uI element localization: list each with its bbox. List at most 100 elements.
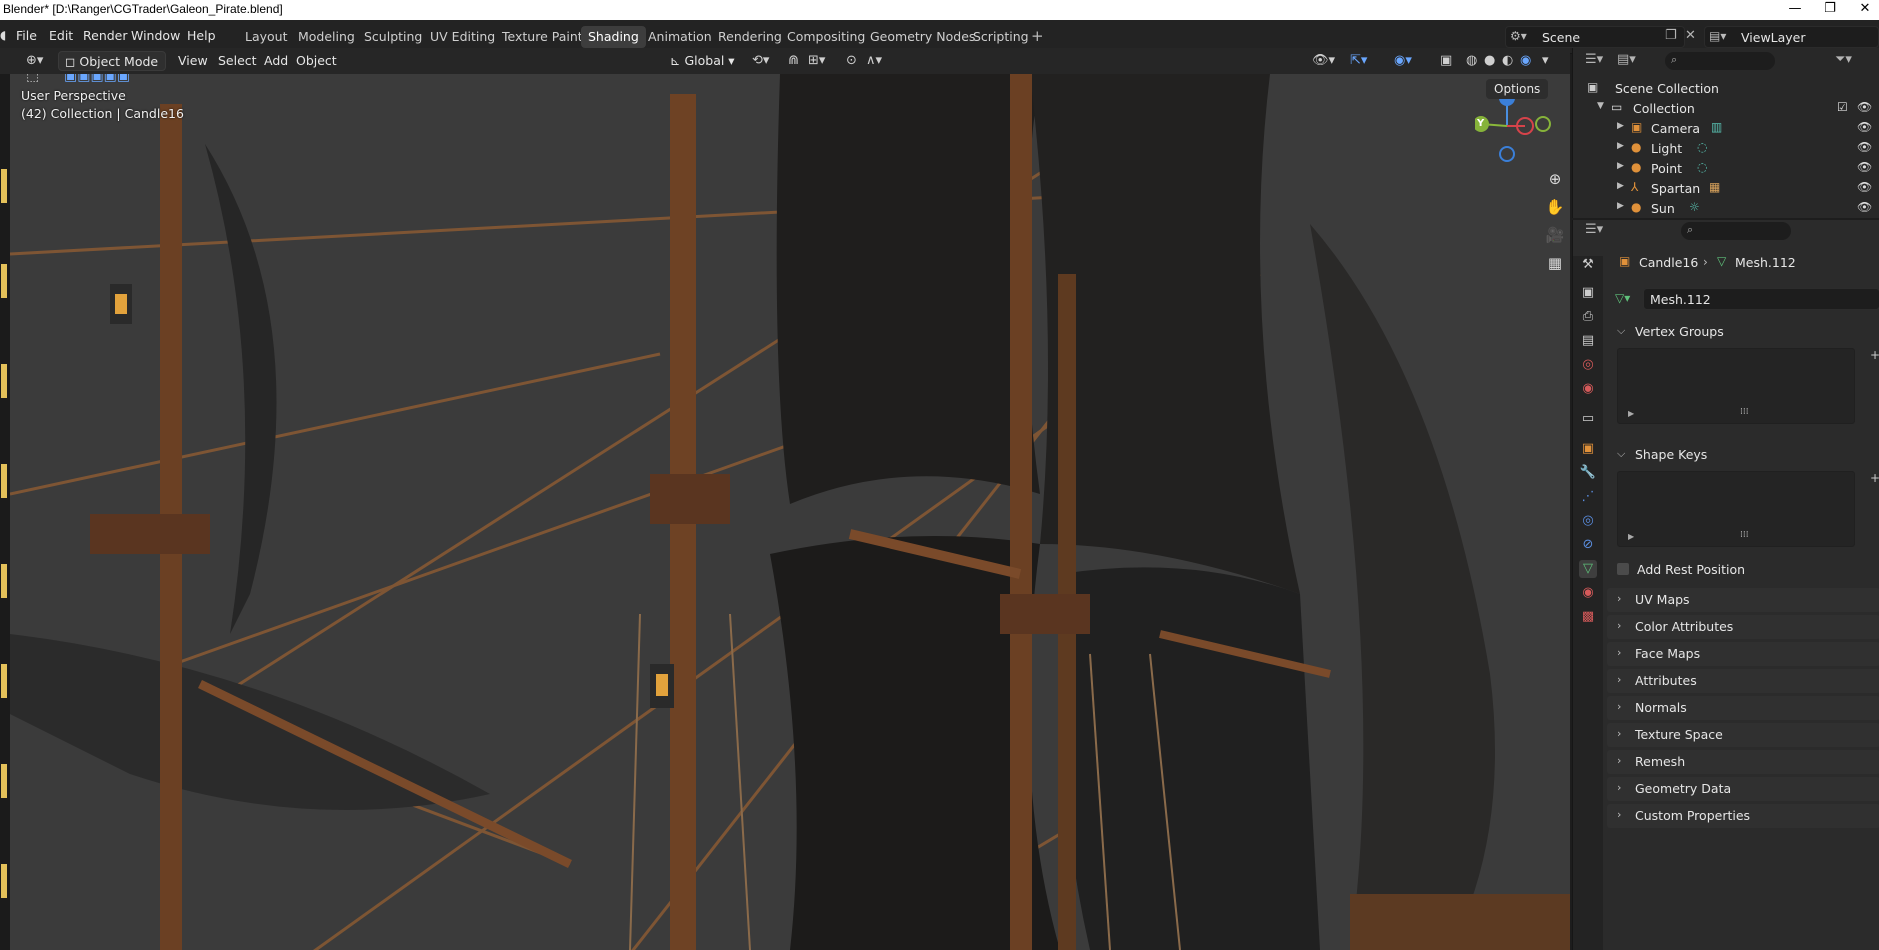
eye-icon[interactable]: 👁	[1857, 160, 1872, 174]
minimize-button[interactable]: —	[1775, 0, 1815, 20]
expand-icon[interactable]: ▶	[1617, 141, 1624, 151]
outliner-item-sun[interactable]: ▶ ● Sun ☼ 👁	[1573, 198, 1879, 218]
tab-texture-paint[interactable]: Texture Paint	[495, 26, 590, 48]
proportional-edit-icon[interactable]: ⊙	[846, 53, 857, 68]
scene-selector[interactable]: ⚙▾ Scene	[1505, 26, 1685, 48]
mesh-datablock-selector[interactable]: ▽▾ Mesh.112	[1611, 288, 1879, 310]
new-scene-icon[interactable]: ❐	[1665, 28, 1677, 43]
shape-keys-list[interactable]: ▶ ⁞⁞⁞	[1617, 471, 1855, 547]
menu-help[interactable]: Help	[187, 28, 216, 43]
select-tool-icon[interactable]: ⬚	[26, 74, 39, 84]
xray-icon[interactable]: ▣	[1440, 53, 1452, 68]
add-shape-key-icon[interactable]: +	[1870, 471, 1879, 485]
collection-tab-icon[interactable]: ▭	[1579, 410, 1597, 428]
view-layer-tab-icon[interactable]: ▤	[1579, 332, 1597, 350]
panel-color-attributes[interactable]: › Color Attributes	[1607, 615, 1879, 639]
tab-layout[interactable]: Layout	[238, 26, 295, 48]
outliner-scene-collection[interactable]: ▣ Scene Collection	[1573, 78, 1879, 98]
panel-remesh[interactable]: › Remesh	[1607, 750, 1879, 774]
vertex-groups-list[interactable]: ▶ ⁞⁞⁞	[1617, 348, 1855, 424]
sun-icon[interactable]: ☼	[1689, 200, 1700, 214]
view-layer-selector[interactable]: ▤▾ ViewLayer	[1704, 26, 1879, 48]
mesh-name-field[interactable]: Mesh.112	[1643, 288, 1879, 310]
panel-attributes[interactable]: › Attributes	[1607, 669, 1879, 693]
output-tab-icon[interactable]: ⎙	[1579, 308, 1597, 326]
properties-search-input[interactable]: ⌕	[1681, 222, 1791, 240]
tab-scripting[interactable]: Scripting	[966, 26, 1036, 48]
list-resize-handle[interactable]: ⁞⁞⁞	[1740, 530, 1749, 540]
render-tab-icon[interactable]: ▣	[1579, 284, 1597, 302]
tab-rendering[interactable]: Rendering	[711, 26, 789, 48]
wireframe-shading-icon[interactable]: ◍	[1466, 53, 1477, 68]
menu-add[interactable]: Add	[258, 51, 294, 71]
falloff-icon[interactable]: ∧▾	[866, 53, 882, 68]
gizmo-icon[interactable]: ⇱▾	[1350, 53, 1367, 68]
menu-view[interactable]: View	[172, 51, 214, 71]
expand-icon[interactable]: ▶	[1617, 181, 1624, 191]
list-expand-icon[interactable]: ▶	[1628, 532, 1634, 541]
restore-button[interactable]: ❐	[1810, 0, 1850, 20]
eye-icon[interactable]: 👁	[1857, 100, 1872, 114]
object-tab-icon[interactable]: ▣	[1579, 440, 1597, 458]
menu-edit[interactable]: Edit	[49, 28, 73, 43]
mesh-data-tab-icon[interactable]: ▽	[1579, 560, 1597, 578]
mode-selector[interactable]: ◻ Object Mode ▾	[58, 51, 166, 89]
camera-data-icon[interactable]: ▥	[1711, 120, 1722, 134]
shading-options-icon[interactable]: ▾	[1542, 53, 1549, 68]
tab-compositing[interactable]: Compositing	[780, 26, 872, 48]
snap-target-icon[interactable]: ⊞▾	[808, 53, 825, 68]
close-button[interactable]: ✕	[1845, 0, 1879, 20]
material-shading-icon[interactable]: ◐	[1502, 53, 1513, 68]
modifier-tab-icon[interactable]: 🔧	[1579, 464, 1597, 482]
outliner-item-camera[interactable]: ▶ ▣ Camera ▥ 👁	[1573, 118, 1879, 138]
outliner-collection[interactable]: ▼ ▭ Collection ☑ 👁	[1573, 98, 1879, 118]
snap-icon[interactable]: ⋒	[788, 53, 799, 68]
particles-tab-icon[interactable]: ⋰	[1579, 488, 1597, 506]
texture-tab-icon[interactable]: ▩	[1579, 608, 1597, 626]
expand-icon[interactable]: ▶	[1617, 121, 1624, 131]
menu-object[interactable]: Object	[290, 51, 343, 71]
list-resize-handle[interactable]: ⁞⁞⁞	[1740, 407, 1749, 417]
checkbox[interactable]	[1617, 563, 1629, 575]
expand-icon[interactable]: ▶	[1617, 161, 1624, 171]
add-workspace-icon[interactable]: +	[1031, 27, 1044, 45]
panel-texture-space[interactable]: › Texture Space	[1607, 723, 1879, 747]
outliner-item-spartan[interactable]: ▶ ⅄ Spartan ▦ 👁	[1573, 178, 1879, 198]
menu-window[interactable]: Window	[131, 28, 180, 43]
tab-uv-editing[interactable]: UV Editing	[423, 26, 502, 48]
panel-face-maps[interactable]: › Face Maps	[1607, 642, 1879, 666]
scene-tab-icon[interactable]: ◎	[1579, 356, 1597, 374]
panel-custom-properties[interactable]: › Custom Properties	[1607, 804, 1879, 828]
menu-file[interactable]: File	[16, 28, 37, 43]
select-box-icon[interactable]: ▣▣▣▣▣	[64, 74, 130, 84]
tab-geometry-nodes[interactable]: Geometry Nodes	[863, 26, 982, 48]
options-button[interactable]: Options	[1486, 79, 1549, 99]
light-data-icon[interactable]: ◌	[1697, 140, 1707, 154]
expand-icon[interactable]: ▼	[1597, 101, 1604, 111]
list-expand-icon[interactable]: ▶	[1628, 409, 1634, 418]
pivot-point-icon[interactable]: ⟲▾	[752, 53, 769, 68]
material-tab-icon[interactable]: ◉	[1579, 584, 1597, 602]
add-vertex-group-icon[interactable]: +	[1870, 348, 1879, 362]
pan-hand-icon[interactable]: ✋	[1542, 194, 1568, 220]
mesh-browse-icon[interactable]: ▽▾	[1615, 291, 1630, 305]
transform-orientation[interactable]: ⊾ Global ▾	[664, 51, 744, 71]
remove-scene-icon[interactable]: ✕	[1685, 28, 1696, 43]
eye-icon[interactable]: 👁	[1857, 180, 1872, 194]
eye-icon[interactable]: 👁	[1857, 120, 1872, 134]
tab-animation[interactable]: Animation	[641, 26, 719, 48]
outliner-editor-type-icon[interactable]: ☰▾	[1585, 52, 1603, 67]
tab-modeling[interactable]: Modeling	[291, 26, 362, 48]
solid-shading-icon[interactable]: ●	[1484, 53, 1495, 68]
overlay-icon[interactable]: ◉▾	[1394, 53, 1412, 68]
add-rest-position-toggle[interactable]: Add Rest Position	[1617, 560, 1817, 580]
menu-select[interactable]: Select	[212, 51, 263, 71]
display-mode-icon[interactable]: ▤▾	[1617, 52, 1636, 67]
tab-shading[interactable]: Shading	[581, 26, 646, 48]
mesh-data-icon[interactable]: ▦	[1709, 180, 1720, 194]
expand-icon[interactable]: ▶	[1617, 201, 1624, 211]
visibility-icon[interactable]: 👁▾	[1312, 53, 1335, 68]
filter-icon[interactable]: ⏷▾	[1835, 52, 1852, 67]
light-data-icon[interactable]: ◌	[1697, 160, 1707, 174]
panel-geometry-data[interactable]: › Geometry Data	[1607, 777, 1879, 801]
